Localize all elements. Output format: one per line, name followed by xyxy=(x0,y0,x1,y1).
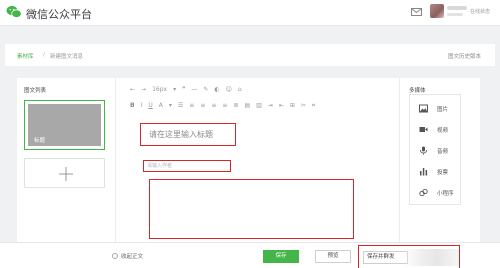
multimedia-panel: 多媒体 图片 视频 音频 投票 小程序 xyxy=(400,78,480,243)
number-list-icon[interactable]: ▥ xyxy=(256,101,262,111)
underline-icon[interactable]: U xyxy=(148,101,152,111)
clear-format-icon[interactable]: ◐ xyxy=(214,85,219,95)
plus-icon xyxy=(59,167,73,181)
line-spacing-icon[interactable]: ≣ xyxy=(233,101,238,111)
audio-icon xyxy=(420,146,427,155)
editor-toolbar-row-1: ← → 16px ▾ ❞ — ✎ ◐ ☺ ⌂ xyxy=(130,84,248,96)
media-item-mini-program[interactable]: 小程序 xyxy=(410,183,462,202)
editor-toolbar-row-2: B I U A ▾ ☰ ≡ ≡ ≡ ≡ ≣ ▤ ▥ ⇥ ⇤ ⊞ ✂ ⌗ xyxy=(130,100,321,112)
align-right-icon[interactable]: ≡ xyxy=(211,101,216,111)
font-color-dropdown-icon[interactable]: ▾ xyxy=(169,101,172,111)
watermark-overlay xyxy=(403,249,459,266)
media-item-label: 音频 xyxy=(437,148,449,155)
chevron-down-icon[interactable]: ▾ xyxy=(173,85,176,95)
avatar[interactable] xyxy=(430,4,444,18)
multimedia-title: 多媒体 xyxy=(409,88,426,94)
media-item-audio[interactable]: 音频 xyxy=(410,141,462,160)
media-item-label: 投票 xyxy=(437,169,449,176)
redo-icon[interactable]: → xyxy=(141,85,146,95)
table-icon[interactable]: ⊞ xyxy=(290,101,295,111)
breadcrumb-new-article: 新建图文消息 xyxy=(50,54,84,60)
collapse-body-toggle[interactable]: 收起正文 xyxy=(112,252,143,260)
multimedia-list: 图片 视频 音频 投票 小程序 xyxy=(409,94,461,205)
justify-icon[interactable]: ≡ xyxy=(222,101,227,111)
image-icon xyxy=(419,104,428,113)
save-and-send-highlight: 保存并群发 xyxy=(358,245,460,268)
article-cover-thumbnail: 标题 xyxy=(28,104,101,146)
align-left-icon[interactable]: ≡ xyxy=(189,101,194,111)
align-center-icon[interactable]: ≡ xyxy=(200,101,205,111)
article-history-link[interactable]: 图文历史版本 xyxy=(448,52,481,60)
media-item-vote[interactable]: 投票 xyxy=(410,162,462,181)
wechat-logo-icon[interactable] xyxy=(6,5,22,19)
undo-icon[interactable]: ← xyxy=(130,85,135,95)
template-icon[interactable]: ⌂ xyxy=(238,85,242,95)
mini-program-icon xyxy=(419,188,428,197)
preview-button[interactable]: 预览 xyxy=(315,250,351,263)
italic-icon[interactable]: I xyxy=(141,101,143,111)
collapse-body-label: 收起正文 xyxy=(121,254,144,260)
footer-action-bar: 收起正文 保存 预览 保存并群发 xyxy=(0,242,500,268)
add-article-button[interactable] xyxy=(24,158,105,188)
save-and-send-button[interactable]: 保存并群发 xyxy=(363,251,408,264)
font-size-select[interactable]: 16px xyxy=(152,85,167,95)
font-color-icon[interactable]: A xyxy=(159,101,163,111)
breadcrumb-separator: / xyxy=(43,52,45,58)
outdent-icon[interactable]: ⇤ xyxy=(279,101,284,111)
paragraph-icon[interactable]: ☰ xyxy=(178,101,183,111)
account-status[interactable]: 在线状态 xyxy=(470,8,490,15)
platform-title: 微信公众平台 xyxy=(26,8,92,21)
save-button[interactable]: 保存 xyxy=(263,250,299,263)
more-options-icon[interactable]: ⌗ xyxy=(312,101,315,111)
mail-icon[interactable] xyxy=(411,8,422,16)
cut-icon[interactable]: ✂ xyxy=(301,101,306,111)
video-icon xyxy=(419,127,428,132)
account-name-blurred[interactable] xyxy=(447,6,467,10)
breadcrumb-material-library[interactable]: 素材库 xyxy=(17,52,34,60)
vote-icon xyxy=(420,168,428,176)
emoji-icon[interactable]: ☺ xyxy=(226,85,232,95)
media-item-label: 视频 xyxy=(437,127,449,134)
top-bar: 微信公众平台 在线状态 xyxy=(0,0,500,26)
media-item-video[interactable]: 视频 xyxy=(410,120,462,139)
article-body-editor[interactable] xyxy=(149,179,354,239)
article-list-title: 图文列表 xyxy=(24,88,47,94)
account-id-blurred xyxy=(447,13,463,16)
bold-icon[interactable]: B xyxy=(130,101,135,111)
media-item-image[interactable]: 图片 xyxy=(410,99,462,118)
indent-icon[interactable]: ⇥ xyxy=(268,101,273,111)
radio-icon[interactable] xyxy=(112,253,118,259)
horizontal-rule-icon[interactable]: — xyxy=(191,85,197,95)
article-title-input[interactable] xyxy=(140,123,236,146)
format-brush-icon[interactable]: ✎ xyxy=(203,85,208,95)
media-item-label: 小程序 xyxy=(437,190,454,197)
article-list-panel: 图文列表 标题 xyxy=(17,78,115,243)
blockquote-icon[interactable]: ❞ xyxy=(182,85,185,95)
article-editor: ← → 16px ▾ ❞ — ✎ ◐ ☺ ⌂ B I U A ▾ ☰ ≡ ≡ ≡… xyxy=(115,78,400,243)
bullet-list-icon[interactable]: ▤ xyxy=(244,101,250,111)
article-author-input[interactable] xyxy=(143,160,231,172)
media-item-label: 图片 xyxy=(437,106,449,113)
article-card-title: 标题 xyxy=(34,138,46,144)
breadcrumb: 素材库 / 新建图文消息 图文历史版本 xyxy=(5,44,495,66)
article-card-selected[interactable]: 标题 xyxy=(24,100,105,150)
